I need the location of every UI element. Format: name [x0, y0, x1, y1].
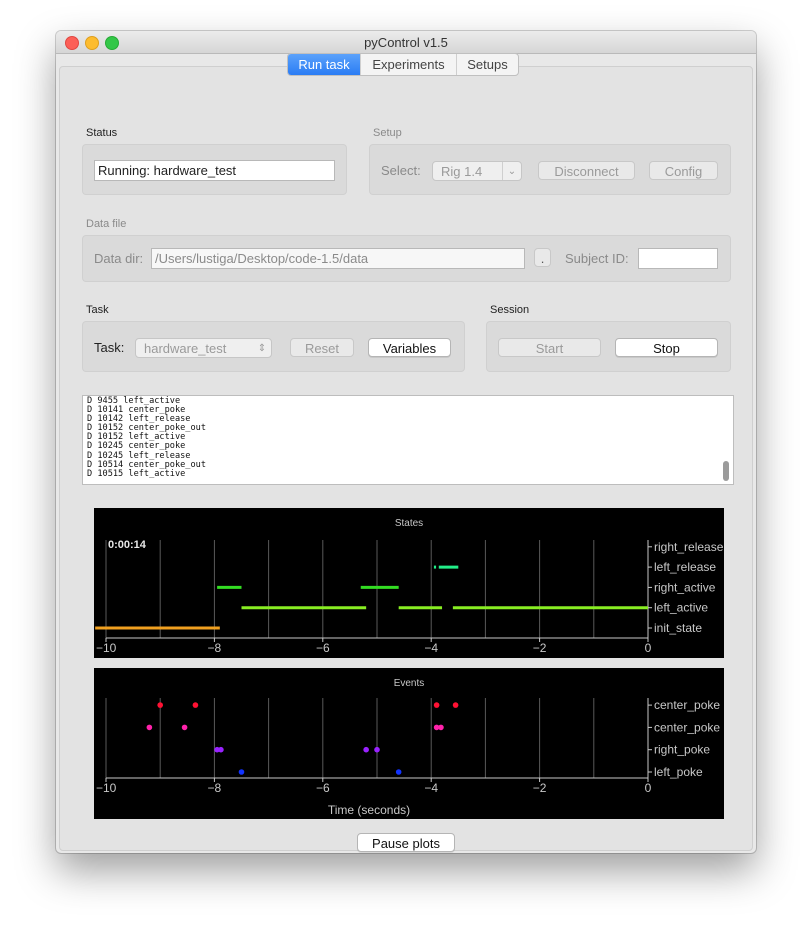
event-label-left_poke: left_poke: [654, 765, 703, 779]
setup-group: Select: Rig 1.4 ⌄ Disconnect Config: [369, 144, 731, 195]
data-dir-label: Data dir:: [94, 251, 144, 266]
log-scrollbar[interactable]: [723, 461, 729, 481]
task-group-title: Task: [86, 304, 109, 316]
task-group: Task: hardware_test ⇕ Reset Variables: [82, 321, 465, 372]
event-point: [238, 769, 245, 775]
reset-button[interactable]: Reset: [290, 338, 354, 357]
variables-button[interactable]: Variables: [368, 338, 451, 357]
event-point: [452, 702, 459, 708]
log-lines: D 9455 left_active D 10141 center_poke D 1…: [87, 396, 206, 479]
start-button[interactable]: Start: [498, 338, 601, 357]
x-tick-label: −4: [424, 641, 438, 655]
tab-experiments[interactable]: Experiments: [361, 54, 457, 75]
data-dir-field[interactable]: /Users/lustiga/Desktop/code-1.5/data: [151, 248, 525, 269]
event-point: [192, 702, 199, 708]
status-field: Running: hardware_test: [94, 160, 335, 181]
tab-run-task[interactable]: Run task: [288, 54, 361, 75]
task-select[interactable]: hardware_test ⇕: [135, 338, 272, 358]
x-tick-label: −10: [96, 781, 117, 795]
title-bar: pyControl v1.5: [56, 31, 756, 54]
x-tick-label: −6: [316, 641, 330, 655]
session-group: Start Stop: [486, 321, 731, 372]
event-label-center_poke: center_poke: [654, 720, 720, 734]
status-group: Running: hardware_test: [82, 144, 347, 195]
status-group-title: Status: [86, 127, 118, 139]
browse-data-dir-button[interactable]: .: [534, 248, 551, 267]
task-label: Task:: [94, 340, 125, 355]
x-axis-label: Time (seconds): [328, 803, 410, 817]
subject-id-label: Subject ID:: [565, 251, 629, 266]
x-tick-label: −2: [533, 641, 547, 655]
window-title: pyControl v1.5: [364, 35, 448, 50]
state-label-left_release: left_release: [654, 560, 716, 574]
states-plot: States −10 −8 −6 −4 −2 0 init_state left_active…: [94, 508, 724, 658]
session-group-title: Session: [490, 304, 530, 316]
data-file-group-title: Data file: [86, 218, 127, 230]
state-label-left_active: left_active: [654, 601, 708, 615]
event-point: [395, 769, 402, 775]
rig-select[interactable]: Rig 1.4 ⌄: [432, 161, 522, 181]
x-tick-label: −10: [96, 641, 117, 655]
data-file-group: Data dir: /Users/lustiga/Desktop/code-1.…: [82, 235, 731, 282]
pause-plots-button[interactable]: Pause plots: [357, 833, 455, 852]
events-chart: −10 −8 −6 −4 −2 0left_poke right_poke center_po…: [96, 698, 720, 817]
chevron-down-icon: ⌄: [502, 162, 521, 180]
x-tick-label: −8: [208, 781, 222, 795]
select-label: Select:: [381, 163, 421, 178]
tab-setups[interactable]: Setups: [457, 54, 518, 75]
event-point: [157, 702, 163, 708]
log-output[interactable]: D 9455 left_active D 10141 center_poke D 1…: [82, 395, 734, 485]
event-label-right_poke: right_poke: [654, 743, 710, 757]
event-point: [374, 746, 380, 753]
x-tick-label: −4: [424, 781, 438, 795]
event-point: [438, 724, 444, 731]
x-tick-label: −8: [208, 641, 222, 655]
rig-select-value: Rig 1.4: [441, 164, 483, 179]
tab-bar: Run task Experiments Setups: [287, 53, 519, 76]
setup-group-title: Setup: [373, 127, 402, 139]
disconnect-button[interactable]: Disconnect: [538, 161, 635, 180]
event-point: [181, 724, 188, 731]
subject-id-input[interactable]: [638, 248, 718, 269]
states-chart: −10 −8 −6 −4 −2 0init_state left_active right_a…: [95, 539, 724, 655]
x-tick-label: −2: [533, 781, 547, 795]
updown-chevron-icon: ⇕: [257, 343, 267, 354]
run-task-panel: Status Running: hardware_test Setup Sele…: [59, 66, 753, 852]
state-label-init_state: init_state: [654, 621, 702, 635]
x-tick-label: −6: [316, 781, 330, 795]
event-point: [146, 724, 153, 731]
x-tick-label: 0: [645, 641, 652, 655]
state-label-right_release: right_release: [654, 540, 724, 554]
events-plot: Events −10 −8 −6 −4 −2 0 left_poke right_poke ce…: [94, 668, 724, 819]
log-line: D 10515 left_active: [87, 468, 186, 479]
state-label-right_active: right_active: [654, 580, 716, 594]
stop-button[interactable]: Stop: [615, 338, 718, 357]
event-point: [433, 702, 440, 708]
task-select-value: hardware_test: [144, 341, 227, 356]
elapsed-time: 0:00:14: [108, 539, 147, 551]
config-button[interactable]: Config: [649, 161, 718, 180]
event-point: [363, 746, 369, 753]
app-window: pyControl v1.5 Run task Experiments Setu…: [56, 31, 756, 853]
event-point: [218, 746, 224, 753]
event-label-center_poke: center_poke: [654, 698, 720, 712]
x-tick-label: 0: [645, 781, 652, 795]
